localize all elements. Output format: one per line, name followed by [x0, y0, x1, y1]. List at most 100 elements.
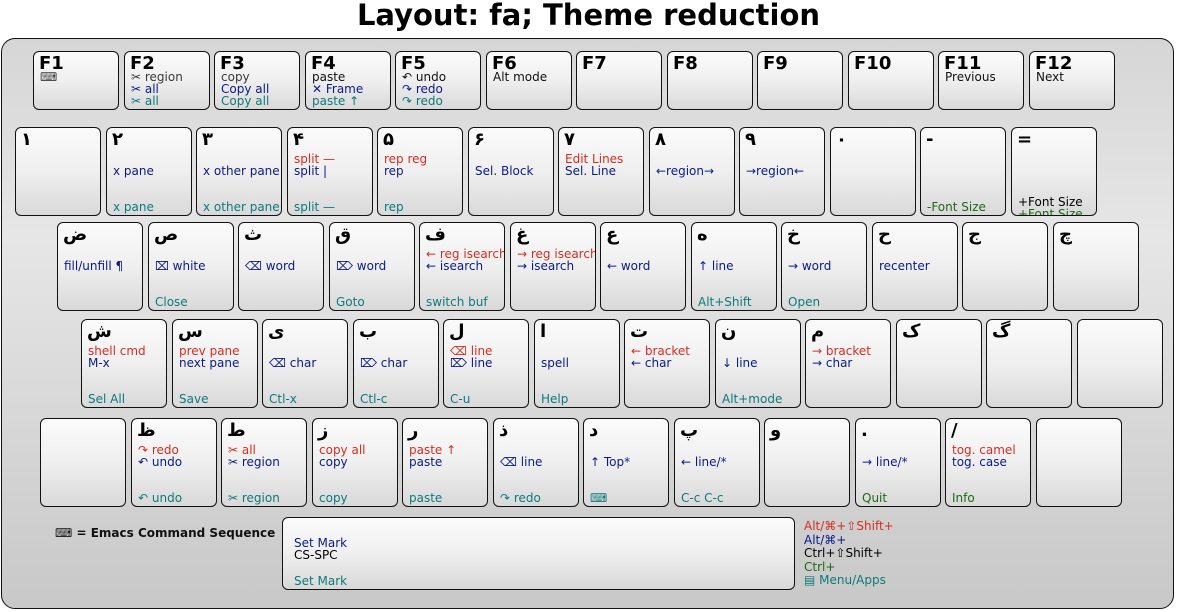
key-r0-3[interactable]: F4 paste ✕ Frame paste ↑: [305, 51, 391, 110]
key-r0-4[interactable]: F5 ↶ undo ↷ redo ↷ redo: [395, 51, 481, 110]
key-action: fill/unfill ¶: [64, 259, 124, 273]
key-label: F7: [582, 53, 607, 74]
key-action: Set Mark: [294, 574, 348, 588]
key-r3-10[interactable]: گ: [986, 319, 1072, 408]
key-r3-3[interactable]: ب ⌦ char Ctl-c: [353, 319, 439, 408]
key-r3-11[interactable]: [1077, 319, 1163, 408]
key-r2-5[interactable]: غ → reg isearch → isearch: [510, 222, 596, 311]
key-r0-2[interactable]: F3 copy Copy all Copy all: [214, 51, 300, 110]
key-r2-9[interactable]: ح recenter: [872, 222, 958, 311]
key-label: ه: [697, 224, 708, 245]
key-action: copy: [319, 491, 348, 505]
key-action: CS-SPC: [294, 548, 338, 562]
key-r1-9[interactable]: ٠: [830, 127, 916, 216]
key-action: ← char: [631, 356, 672, 370]
key-r1-4[interactable]: ۵ rep reg rep rep: [377, 127, 463, 216]
key-r2-1[interactable]: ص ⌧ white Close: [148, 222, 234, 311]
key-label: =: [1017, 129, 1033, 150]
key-label: گ: [992, 321, 1011, 342]
key-r4-10[interactable]: / tog. camel tog. case Info: [945, 418, 1031, 507]
key-r1-5[interactable]: ۶ Sel. Block: [468, 127, 554, 216]
key-r2-2[interactable]: ث ⌫ word: [238, 222, 324, 311]
key-r2-10[interactable]: ج: [962, 222, 1048, 311]
key-r3-5[interactable]: ا spell Help: [534, 319, 620, 408]
key-r4-4[interactable]: ر paste ↑ paste paste: [402, 418, 488, 507]
key-r4-1[interactable]: ظ ↷ redo ↶ undo ↶ undo: [131, 418, 217, 507]
key-r3-9[interactable]: ک: [896, 319, 982, 408]
key-action: +Font Size: [1018, 207, 1083, 216]
key-r1-2[interactable]: ٣ x other pane x other pane: [196, 127, 282, 216]
key-r4-3[interactable]: ز copy all copy copy: [312, 418, 398, 507]
key-action: copy: [319, 455, 348, 469]
key-r3-2[interactable]: ی ⌫ char Ctl-x: [262, 319, 348, 408]
key-r1-10[interactable]: - -Font Size: [920, 127, 1006, 216]
key-action: switch buf: [426, 295, 488, 309]
key-label: خ: [787, 224, 800, 245]
page-title: Layout: fa; Theme reduction: [356, 0, 821, 32]
key-r0-6[interactable]: F7: [576, 51, 662, 110]
key-action: split |: [294, 164, 328, 178]
key-r2-7[interactable]: ه ↑ line Alt+Shift: [691, 222, 777, 311]
key-r4-9[interactable]: . → line/* Quit: [855, 418, 941, 507]
key-r0-10[interactable]: F11 Previous: [938, 51, 1024, 110]
key-r0-7[interactable]: F8: [667, 51, 753, 110]
key-r0-5[interactable]: F6 Alt mode: [486, 51, 572, 110]
key-r1-7[interactable]: ٨ ←region→: [649, 127, 735, 216]
key-label: ت: [630, 321, 649, 342]
key-r1-3[interactable]: ۴ split — split | split —: [287, 127, 373, 216]
key-r4-2[interactable]: ط ✂ all ✂ region ✂ region: [221, 418, 307, 507]
key-r3-6[interactable]: ت ← bracket ← char: [624, 319, 710, 408]
key-r2-11[interactable]: چ: [1053, 222, 1139, 311]
key-action: ⌦ char: [360, 356, 408, 370]
key-r2-0[interactable]: ض fill/unfill ¶: [57, 222, 143, 311]
key-action: recenter: [879, 259, 930, 273]
key-r3-4[interactable]: ل ⌫ line ⌦ line C-u: [443, 319, 529, 408]
modifier-legend-item: Ctrl+: [804, 559, 836, 574]
key-action: ↷ redo: [402, 94, 443, 108]
key-label: ع: [606, 224, 619, 245]
key-r2-6[interactable]: ع ← word: [600, 222, 686, 311]
key-action: ⌧ white: [155, 259, 206, 273]
key-action: Next: [1036, 70, 1064, 84]
key-action: paste: [409, 491, 443, 505]
key-label: ذ: [499, 420, 509, 441]
key-action: Ctl-x: [269, 392, 297, 406]
key-r0-11[interactable]: F12 Next: [1029, 51, 1115, 110]
key-r2-4[interactable]: ف ← reg isearch ← isearch switch buf: [419, 222, 505, 311]
key-label: ا: [540, 321, 547, 342]
key-r1-6[interactable]: ٧ Edit Lines Sel. Line: [558, 127, 644, 216]
key-r4-11[interactable]: [1036, 418, 1122, 507]
key-r4-0[interactable]: [40, 418, 126, 507]
key-label: ٧: [564, 129, 575, 150]
key-action: ✂ all: [131, 94, 159, 108]
key-r1-8[interactable]: ٩ →region←: [739, 127, 825, 216]
key-action: ⌦ line: [450, 356, 493, 370]
key-r4-7[interactable]: پ ← line/* C-c C-c: [674, 418, 760, 507]
key-label: ب: [359, 321, 378, 342]
key-action: ↶ undo: [138, 455, 183, 469]
key-action: Copy all: [221, 94, 270, 108]
spacebar-key[interactable]: Set Mark CS-SPC Set Mark: [282, 517, 795, 590]
key-r3-1[interactable]: س prev pane next pane Save: [172, 319, 258, 408]
key-r0-8[interactable]: F9: [757, 51, 843, 110]
key-r4-6[interactable]: د ↑ Top* ⌨: [583, 418, 669, 507]
key-label: ۶: [474, 129, 485, 150]
key-label: ٠: [836, 129, 847, 150]
key-r1-0[interactable]: ١: [15, 127, 101, 216]
key-label: -: [926, 129, 934, 150]
key-r0-9[interactable]: F10: [848, 51, 934, 110]
key-r3-7[interactable]: ن ↓ line Alt+mode: [715, 319, 801, 408]
key-r2-8[interactable]: خ → word Open: [781, 222, 867, 311]
key-r3-8[interactable]: م → bracket → char: [805, 319, 891, 408]
key-action: Alt+mode: [722, 392, 783, 406]
key-r4-5[interactable]: ذ ⌫ line ↷ redo: [493, 418, 579, 507]
key-r1-1[interactable]: ٢ x pane x pane: [106, 127, 192, 216]
key-r3-0[interactable]: ش shell cmd M-x Sel All: [81, 319, 167, 408]
key-action: x pane: [113, 164, 154, 178]
key-action: Alt+Shift: [698, 295, 752, 309]
key-r2-3[interactable]: ق ⌦ word Goto: [329, 222, 415, 311]
key-r0-0[interactable]: F1 ⌨: [33, 51, 119, 110]
key-r4-8[interactable]: و: [764, 418, 850, 507]
key-r0-1[interactable]: F2 ✂ region ✂ all ✂ all: [124, 51, 210, 110]
key-r1-11[interactable]: = +Font Size +Font Size: [1011, 127, 1097, 216]
